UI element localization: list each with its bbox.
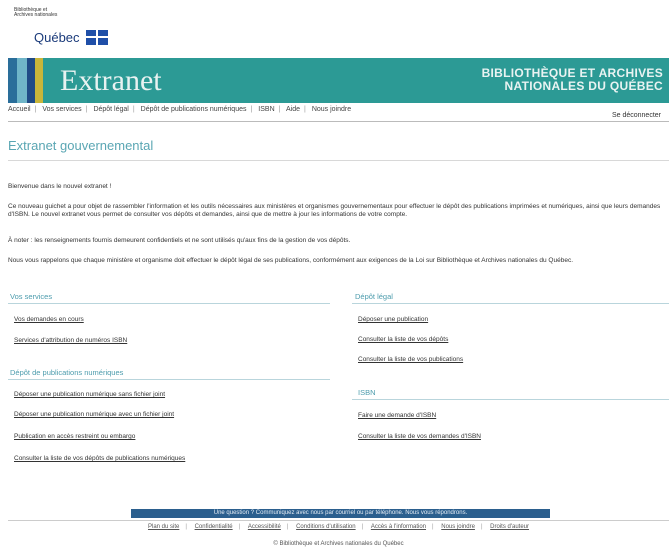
banner-title: Extranet (60, 64, 162, 97)
section-divider-numeriques (8, 379, 330, 380)
link-liste-demandes-isbn[interactable]: Consulter la liste de vos demandes d'ISB… (358, 433, 481, 440)
section-title-services: Vos services (10, 292, 53, 301)
link-demande-isbn[interactable]: Faire une demande d'ISBN (358, 412, 436, 419)
logo-small-text: Bibliothèque et Archives nationales (14, 7, 58, 18)
link-demandes-en-cours[interactable]: Vos demandes en cours (14, 316, 84, 323)
section-title-depot-legal: Dépôt légal (355, 292, 393, 301)
footer-link-droits-auteur[interactable]: Droits d'auteur (490, 524, 529, 530)
nav-item-depot-numerique[interactable]: Dépôt de publications numériques (141, 106, 247, 113)
section-divider-depot-legal (352, 303, 669, 304)
page-title: Extranet gouvernemental (8, 138, 154, 153)
title-divider (8, 160, 669, 161)
link-deposer-publication[interactable]: Déposer une publication (358, 316, 428, 323)
logo-quebec-text: Québec (34, 30, 80, 45)
footer-copyright: © Bibliothèque et Archives nationales du… (273, 541, 404, 547)
section-title-isbn: ISBN (358, 388, 376, 397)
footer-link-confidentialite[interactable]: Confidentialité (195, 524, 233, 530)
logo[interactable]: Bibliothèque et Archives nationales Québ… (14, 7, 108, 45)
link-liste-depots-numeriques[interactable]: Consulter la liste de vos dépôts de publ… (14, 455, 185, 462)
link-liste-publications[interactable]: Consulter la liste de vos publications (358, 356, 463, 363)
link-deposer-avec-fichier[interactable]: Déposer une publication numérique avec u… (14, 411, 174, 418)
quebec-flag-icon (86, 30, 108, 45)
footer-link-accessibilite[interactable]: Accessibilité (248, 524, 281, 530)
nav-item-nous-joindre[interactable]: Nous joindre (312, 106, 351, 113)
banner-org-line2: NATIONALES DU QUÉBEC (504, 79, 663, 93)
link-deposer-sans-fichier[interactable]: Déposer une publication numérique sans f… (14, 391, 165, 398)
section-title-numeriques: Dépôt de publications numériques (10, 368, 124, 377)
footer-divider (8, 520, 669, 521)
link-services-isbn[interactable]: Services d'attribution de numéros ISBN (14, 337, 127, 344)
site-banner: Extranet BIBLIOTHÈQUE ET ARCHIVES NATION… (8, 58, 669, 103)
nav-item-isbn[interactable]: ISBN (258, 106, 274, 113)
welcome-text: Bienvenue dans le nouvel extranet ! (8, 183, 112, 190)
nav-item-accueil[interactable]: Accueil (8, 106, 31, 113)
access-note-text: À noter : les renseignements fournis dem… (8, 237, 351, 244)
reminder-text: Nous vous rappelons que chaque ministère… (8, 257, 574, 264)
section-divider-isbn (352, 399, 669, 400)
nav-item-aide[interactable]: Aide (286, 106, 300, 113)
section-divider-services (8, 303, 330, 304)
link-liste-depots[interactable]: Consulter la liste de vos dépôts (358, 336, 448, 343)
footer-links: Plan du site | Confidentialité | Accessibi… (147, 524, 530, 530)
nav-item-services[interactable]: Vos services (42, 106, 81, 113)
link-acces-restreint[interactable]: Publication en accès restreint ou embarg… (14, 433, 135, 440)
footer-link-nous-joindre[interactable]: Nous joindre (441, 524, 475, 530)
footer-link-plan-du-site[interactable]: Plan du site (148, 524, 179, 530)
intro-text: Ce nouveau guichet a pour objet de rasse… (8, 203, 661, 218)
footer-link-conditions[interactable]: Conditions d'utilisation (296, 524, 356, 530)
main-navigation: Accueil | Vos services | Dépôt légal | Dépô… (8, 106, 661, 119)
banner-organization: BIBLIOTHÈQUE ET ARCHIVES NATIONALES DU Q… (482, 67, 663, 93)
nav-item-depot-legal[interactable]: Dépôt légal (93, 106, 128, 113)
footer-link-acces-information[interactable]: Accès à l'information (371, 524, 426, 530)
logout-link[interactable]: Se déconnecter (612, 112, 661, 119)
nav-divider (8, 121, 669, 122)
footer-contact-banner[interactable]: Une question ? Communiquez avec nous par… (131, 509, 550, 518)
